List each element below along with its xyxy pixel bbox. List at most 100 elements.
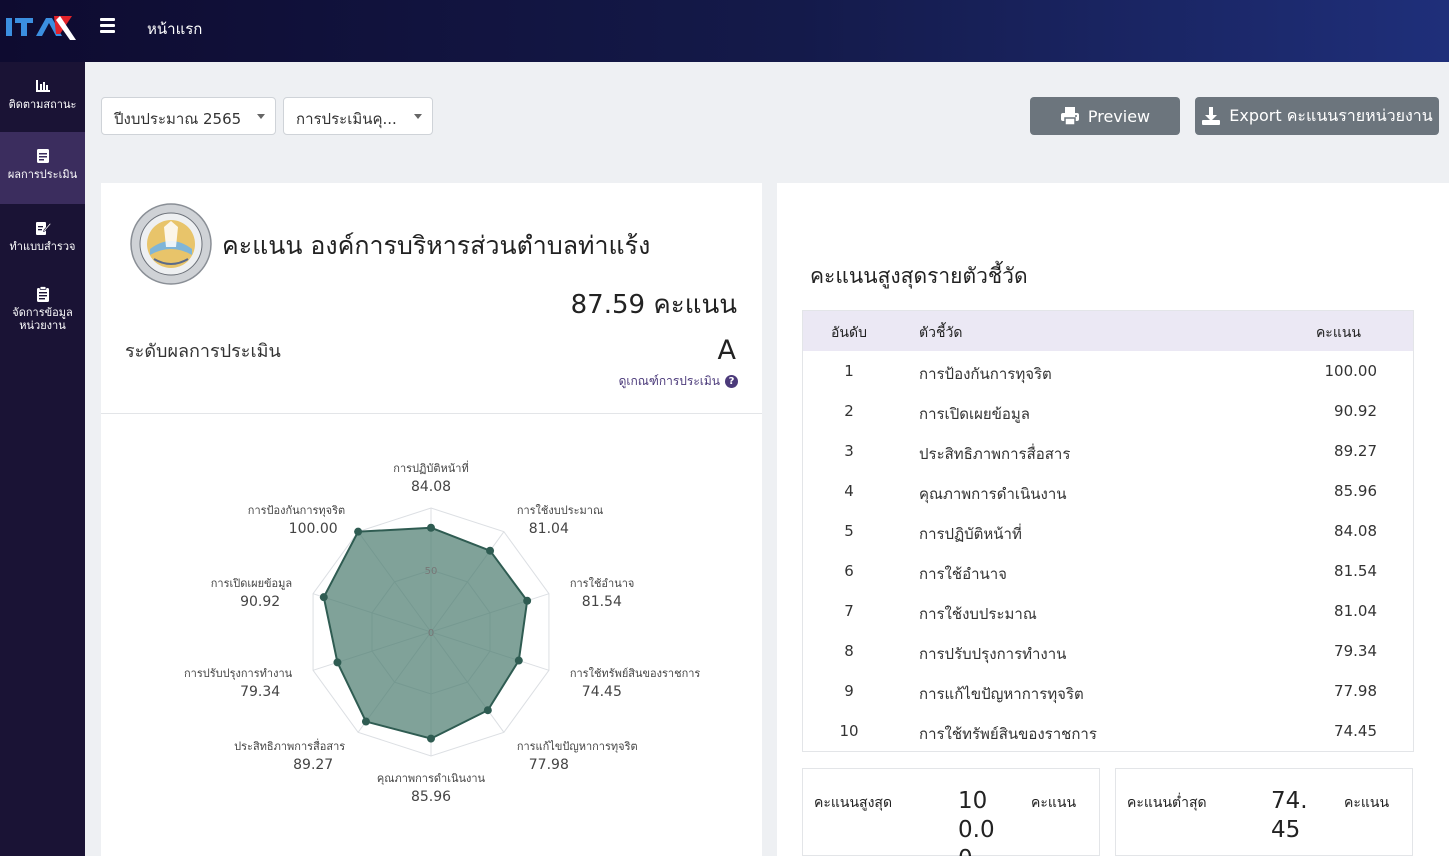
- min-score-value: 74.45: [1271, 788, 1308, 843]
- radar-point: [523, 596, 532, 605]
- sidebar-item-label: ทำแบบสำรวจ: [9, 240, 76, 253]
- sidebar-item-survey[interactable]: ทำแบบสำรวจ: [0, 204, 85, 276]
- radar-point: [361, 717, 370, 726]
- cell-rank: 8: [844, 642, 854, 660]
- chevron-down-icon: [257, 114, 265, 119]
- organization-seal: [130, 203, 212, 285]
- table-row: 7 การใช้งบประมาณ 81.04: [803, 591, 1413, 631]
- radar-value-label: 81.04: [529, 521, 569, 537]
- radar-axis-label: การใช้งบประมาณ: [517, 504, 603, 517]
- radar-value-label: 77.98: [529, 757, 569, 773]
- score-card: คะแนน องค์การบริหารส่วนตำบลท่าแร้ง 87.59…: [101, 183, 762, 856]
- min-score-unit: คะแนน: [1344, 795, 1390, 811]
- table-header: อันดับ ตัวชี้วัด คะแนน: [803, 311, 1413, 351]
- assessment-select[interactable]: การประเมินคุ...: [283, 97, 433, 135]
- table-row: 10 การใช้ทรัพย์สินของราชการ 74.45: [803, 711, 1413, 751]
- sidebar-item-results[interactable]: ผลการประเมิน: [0, 132, 85, 204]
- max-score-value: 100.00: [958, 788, 995, 856]
- assessment-select-value: การประเมินคุ...: [296, 110, 397, 128]
- preview-button[interactable]: Preview: [1030, 97, 1180, 135]
- radar-point: [319, 593, 328, 602]
- cell-score: 100.00: [1324, 362, 1378, 380]
- year-select-value: ปีงบประมาณ 2565: [114, 110, 242, 128]
- header-score: คะแนน: [1315, 325, 1361, 341]
- breadcrumb-home[interactable]: หน้าแรก: [147, 17, 202, 41]
- radar-axis-label: การใช้ทรัพย์สินของราชการ: [570, 667, 701, 680]
- min-score-label: คะแนนต่ำสุด: [1127, 795, 1207, 811]
- ranking-title: คะแนนสูงสุดรายตัวชี้วัด: [810, 264, 1028, 288]
- cell-score: 84.08: [1334, 522, 1377, 540]
- question-circle-icon: ?: [725, 375, 738, 388]
- total-score: 87.59 คะแนน: [570, 290, 737, 320]
- cell-score: 81.04: [1334, 602, 1377, 620]
- table-row: 9 การแก้ไขปัญหาการทุจริต 77.98: [803, 671, 1413, 711]
- radar-value-label: 89.27: [293, 757, 333, 773]
- cell-rank: 2: [844, 402, 854, 420]
- criteria-link-label: ดูเกณฑ์การประเมิน: [618, 374, 720, 388]
- cell-name: การเปิดเผยข้อมูล: [919, 405, 1030, 423]
- download-icon: [1202, 107, 1221, 125]
- radar-axis-label: การใช้อำนาจ: [570, 577, 635, 590]
- export-button[interactable]: Export คะแนนรายหน่วยงาน: [1195, 97, 1439, 135]
- cell-name: ประสิทธิภาพการสื่อสาร: [919, 445, 1071, 463]
- radar-axis-label: การแก้ไขปัญหาการทุจริต: [517, 740, 638, 753]
- cell-score: 81.54: [1334, 562, 1377, 580]
- top-bar: หน้าแรก: [0, 0, 1449, 62]
- radar-value-label: 85.96: [411, 789, 451, 805]
- ita-logo[interactable]: [6, 12, 76, 42]
- radar-value-label: 74.45: [582, 684, 622, 700]
- radar-value-label: 84.08: [411, 479, 451, 495]
- cell-score: 90.92: [1334, 402, 1377, 420]
- radar-value-label: 81.54: [582, 594, 622, 610]
- cell-score: 89.27: [1334, 442, 1377, 460]
- chevron-down-icon: [414, 114, 422, 119]
- cell-rank: 6: [844, 562, 854, 580]
- cell-rank: 9: [844, 682, 854, 700]
- radar-value-label: 90.92: [240, 594, 280, 610]
- min-score-card: คะแนนต่ำสุด 74.45 คะแนน: [1115, 768, 1413, 856]
- sidebar-item-manage-unit[interactable]: จัดการข้อมูล หน่วยงาน: [0, 270, 85, 342]
- cell-rank: 10: [839, 722, 859, 740]
- cell-score: 79.34: [1334, 642, 1377, 660]
- table-row: 1 การป้องกันการทุจริต 100.00: [803, 351, 1413, 391]
- cell-score: 77.98: [1334, 682, 1377, 700]
- cell-score: 85.96: [1334, 482, 1377, 500]
- radar-point: [514, 656, 523, 665]
- cell-rank: 1: [844, 362, 854, 380]
- cell-name: การปฏิบัติหน้าที่: [919, 525, 1022, 543]
- radar-axis-label: การปฏิบัติหน้าที่: [393, 460, 468, 475]
- radar-axis-label: การเปิดเผยข้อมูล: [211, 577, 292, 590]
- radar-axis-label: ประสิทธิภาพการสื่อสาร: [234, 738, 345, 753]
- ranking-card: คะแนนสูงสุดรายตัวชี้วัด อันดับ ตัวชี้วัด…: [777, 183, 1449, 856]
- table-row: 8 การปรับปรุงการทำงาน 79.34: [803, 631, 1413, 671]
- year-select[interactable]: ปีงบประมาณ 2565: [101, 97, 276, 135]
- radar-point: [354, 527, 363, 536]
- clipboard-icon: [36, 286, 49, 302]
- edit-document-icon: [35, 222, 51, 235]
- sidebar-item-status[interactable]: ติดตามสถานะ: [0, 62, 85, 134]
- max-score-label: คะแนนสูงสุด: [814, 795, 893, 811]
- sidebar-item-label: ติดตามสถานะ: [8, 98, 77, 111]
- menu-toggle-icon[interactable]: [100, 18, 116, 34]
- max-score-card: คะแนนสูงสุด 100.00 คะแนน: [802, 768, 1100, 856]
- cell-name: การแก้ไขปัญหาการทุจริต: [919, 685, 1084, 703]
- radar-point: [333, 658, 342, 667]
- chart-bar-icon: [35, 80, 50, 92]
- radar-axis-label: คุณภาพการดำเนินงาน: [377, 772, 486, 785]
- radar-point: [427, 734, 435, 743]
- cell-rank: 3: [844, 442, 854, 460]
- cell-score: 74.45: [1334, 722, 1377, 740]
- criteria-link[interactable]: ดูเกณฑ์การประเมิน ?: [619, 372, 738, 391]
- header-indicator: ตัวชี้วัด: [919, 325, 963, 341]
- table-row: 2 การเปิดเผยข้อมูล 90.92: [803, 391, 1413, 431]
- radar-tick-label: 0: [428, 628, 434, 639]
- cell-rank: 5: [844, 522, 854, 540]
- cell-name: การป้องกันการทุจริต: [919, 365, 1052, 383]
- radar-axis-label: การปรับปรุงการทำงาน: [184, 667, 293, 680]
- radar-point: [486, 546, 495, 555]
- radar-value-label: 100.00: [289, 521, 338, 537]
- sidebar: ติดตามสถานะ ผลการประเมิน ทำแบบสำรวจ จัดก…: [0, 62, 85, 856]
- sidebar-item-label: ผลการประเมิน: [7, 168, 78, 181]
- radar-point: [483, 706, 492, 715]
- radar-series-area: [322, 526, 529, 740]
